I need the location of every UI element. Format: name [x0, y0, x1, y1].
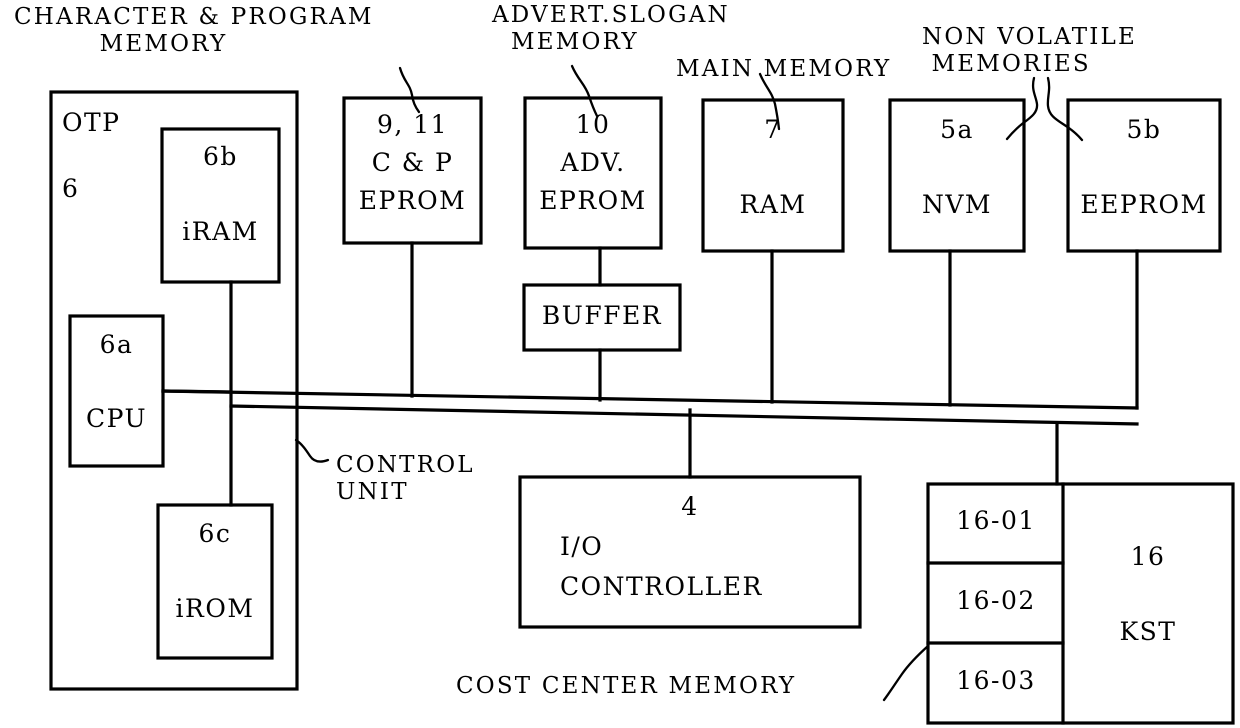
leader-nvm-right	[1046, 76, 1084, 142]
irom-rect	[156, 503, 274, 660]
buffer-rect	[522, 283, 682, 352]
cp-eprom-rect	[342, 96, 483, 245]
cpu-rect	[68, 314, 165, 468]
main-bus-line-lower	[229, 404, 1139, 426]
annotation-control-unit: CONTROL UNIT	[336, 452, 475, 505]
annotation-character-program-memory: CHARACTER & PROGRAM MEMORY	[14, 4, 374, 57]
eeprom-rect	[1066, 98, 1222, 253]
annotation-advert-slogan-memory: ADVERT.SLOGAN MEMORY	[492, 2, 730, 55]
iram-rect	[160, 127, 281, 284]
adv-eprom-rect	[523, 96, 663, 250]
leader-nvm-left	[1005, 76, 1039, 141]
leader-cost-center-memory	[882, 644, 930, 702]
leader-control-unit	[294, 438, 330, 463]
annotation-main-memory: MAIN MEMORY	[676, 56, 892, 82]
diagram-line-layer	[49, 64, 1235, 725]
leader-advert-slogan-memory	[570, 64, 599, 118]
io-controller-rect	[518, 475, 862, 629]
main-bus-line	[161, 389, 1139, 410]
nvm-rect	[888, 98, 1026, 253]
ram-rect	[701, 98, 845, 253]
patent-figure-canvas: CHARACTER & PROGRAM MEMORY ADVERT.SLOGAN…	[0, 0, 1240, 728]
leader-char-prog-memory	[398, 66, 421, 114]
kst-rect	[926, 482, 1235, 725]
annotation-non-volatile-memories: NON VOLATILE MEMORIES	[922, 24, 1137, 77]
annotation-cost-center-memory: COST CENTER MEMORY	[456, 673, 797, 699]
